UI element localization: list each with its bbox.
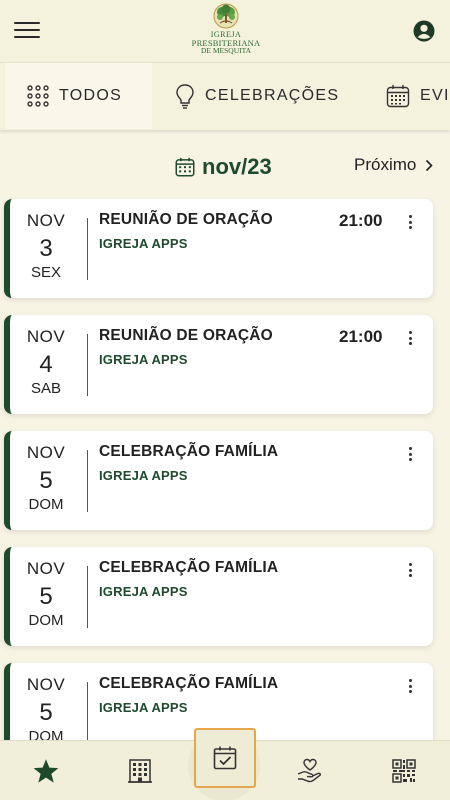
date-divider	[87, 566, 88, 628]
date-divider	[87, 334, 88, 396]
chevron-right-icon	[426, 159, 433, 171]
event-title: REUNIÃO DE ORAÇÃO	[99, 327, 273, 344]
event-date: NOV 5 DOM	[10, 443, 82, 515]
event-date: NOV 5 DOM	[10, 675, 82, 747]
event-organizer: IGREJA APPS	[99, 700, 188, 715]
month-label: nov/23	[202, 154, 272, 179]
event-date: NOV 5 DOM	[10, 559, 82, 631]
lightbulb-icon	[176, 84, 194, 109]
nav-favorites[interactable]	[16, 741, 76, 800]
account-icon[interactable]	[413, 20, 435, 42]
event-day: 5	[39, 467, 53, 494]
logo-line-3: DE MESQUITA	[200, 46, 252, 55]
more-vert-icon[interactable]	[403, 447, 417, 467]
event-time: 21:00	[339, 211, 383, 230]
building-icon	[128, 759, 152, 783]
event-date: NOV 4 SAB	[10, 327, 82, 399]
event-title: CELEBRAÇÃO FAMÍLIA	[99, 675, 279, 692]
event-title: CELEBRAÇÃO FAMÍLIA	[99, 559, 279, 576]
tab-celebracoes-label: CELEBRAÇÕES	[205, 87, 340, 104]
church-logo: IGREJA PRESBITERIANA DE MESQUITA	[190, 3, 262, 61]
event-organizer: IGREJA APPS	[99, 352, 188, 367]
event-month: NOV	[26, 443, 66, 462]
event-card[interactable]: NOV 3 SEX REUNIÃO DE ORAÇÃO IGREJA APPS …	[4, 199, 433, 298]
event-card[interactable]: NOV 5 DOM CELEBRAÇÃO FAMÍLIA IGREJA APPS	[4, 547, 433, 646]
more-vert-icon[interactable]	[403, 331, 417, 351]
calendar-icon	[386, 85, 410, 108]
event-day: 5	[39, 699, 53, 726]
star-icon	[33, 758, 59, 783]
event-weekday: SAB	[30, 380, 61, 397]
event-weekday: SEX	[30, 264, 61, 281]
nav-qrcode[interactable]	[374, 741, 434, 800]
event-day: 3	[39, 235, 53, 262]
date-divider	[87, 450, 88, 512]
event-organizer: IGREJA APPS	[99, 584, 188, 599]
tab-eventos-label: EVI	[420, 87, 450, 104]
category-tabs: TODOS CELEBRAÇÕES EVI	[0, 62, 450, 130]
qr-code-icon	[392, 759, 416, 783]
event-weekday: DOM	[28, 496, 64, 513]
tab-todos[interactable]: TODOS	[5, 63, 152, 129]
event-month: NOV	[26, 327, 66, 346]
next-month-button[interactable]: Próximo	[354, 155, 433, 175]
calendar-check-icon	[213, 746, 237, 770]
event-organizer: IGREJA APPS	[99, 468, 188, 483]
event-day: 5	[39, 583, 53, 610]
more-vert-icon[interactable]	[403, 215, 417, 235]
event-month: NOV	[26, 211, 66, 230]
date-divider	[87, 682, 88, 744]
event-card[interactable]: NOV 5 DOM CELEBRAÇÃO FAMÍLIA IGREJA APPS	[4, 431, 433, 530]
event-title: REUNIÃO DE ORAÇÃO	[99, 211, 273, 228]
grid-dots-icon	[27, 85, 49, 107]
next-month-label: Próximo	[354, 155, 417, 174]
hamburger-menu-icon[interactable]	[14, 22, 40, 40]
event-organizer: IGREJA APPS	[99, 236, 188, 251]
more-vert-icon[interactable]	[403, 563, 417, 583]
month-navigator: nov/23 Próximo	[0, 145, 450, 185]
event-weekday: DOM	[28, 612, 64, 629]
event-month: NOV	[26, 675, 66, 694]
tab-eventos[interactable]: EVI	[386, 63, 450, 129]
calendar-icon	[175, 157, 195, 177]
nav-donations[interactable]	[280, 741, 340, 800]
event-time: 21:00	[339, 327, 383, 346]
event-day: 4	[39, 351, 53, 378]
app-header: IGREJA PRESBITERIANA DE MESQUITA	[0, 0, 450, 62]
tab-celebracoes[interactable]: CELEBRAÇÕES	[175, 63, 365, 129]
tree-logo-icon	[213, 3, 239, 29]
hand-heart-icon	[297, 758, 322, 783]
tab-todos-label: TODOS	[59, 87, 123, 104]
current-month: nov/23	[175, 154, 272, 180]
nav-agenda[interactable]	[194, 728, 256, 788]
event-month: NOV	[26, 559, 66, 578]
event-title: CELEBRAÇÃO FAMÍLIA	[99, 443, 279, 460]
nav-church[interactable]	[110, 741, 170, 800]
event-card[interactable]: NOV 4 SAB REUNIÃO DE ORAÇÃO IGREJA APPS …	[4, 315, 433, 414]
more-vert-icon[interactable]	[403, 679, 417, 699]
event-date: NOV 3 SEX	[10, 211, 82, 283]
date-divider	[87, 218, 88, 280]
